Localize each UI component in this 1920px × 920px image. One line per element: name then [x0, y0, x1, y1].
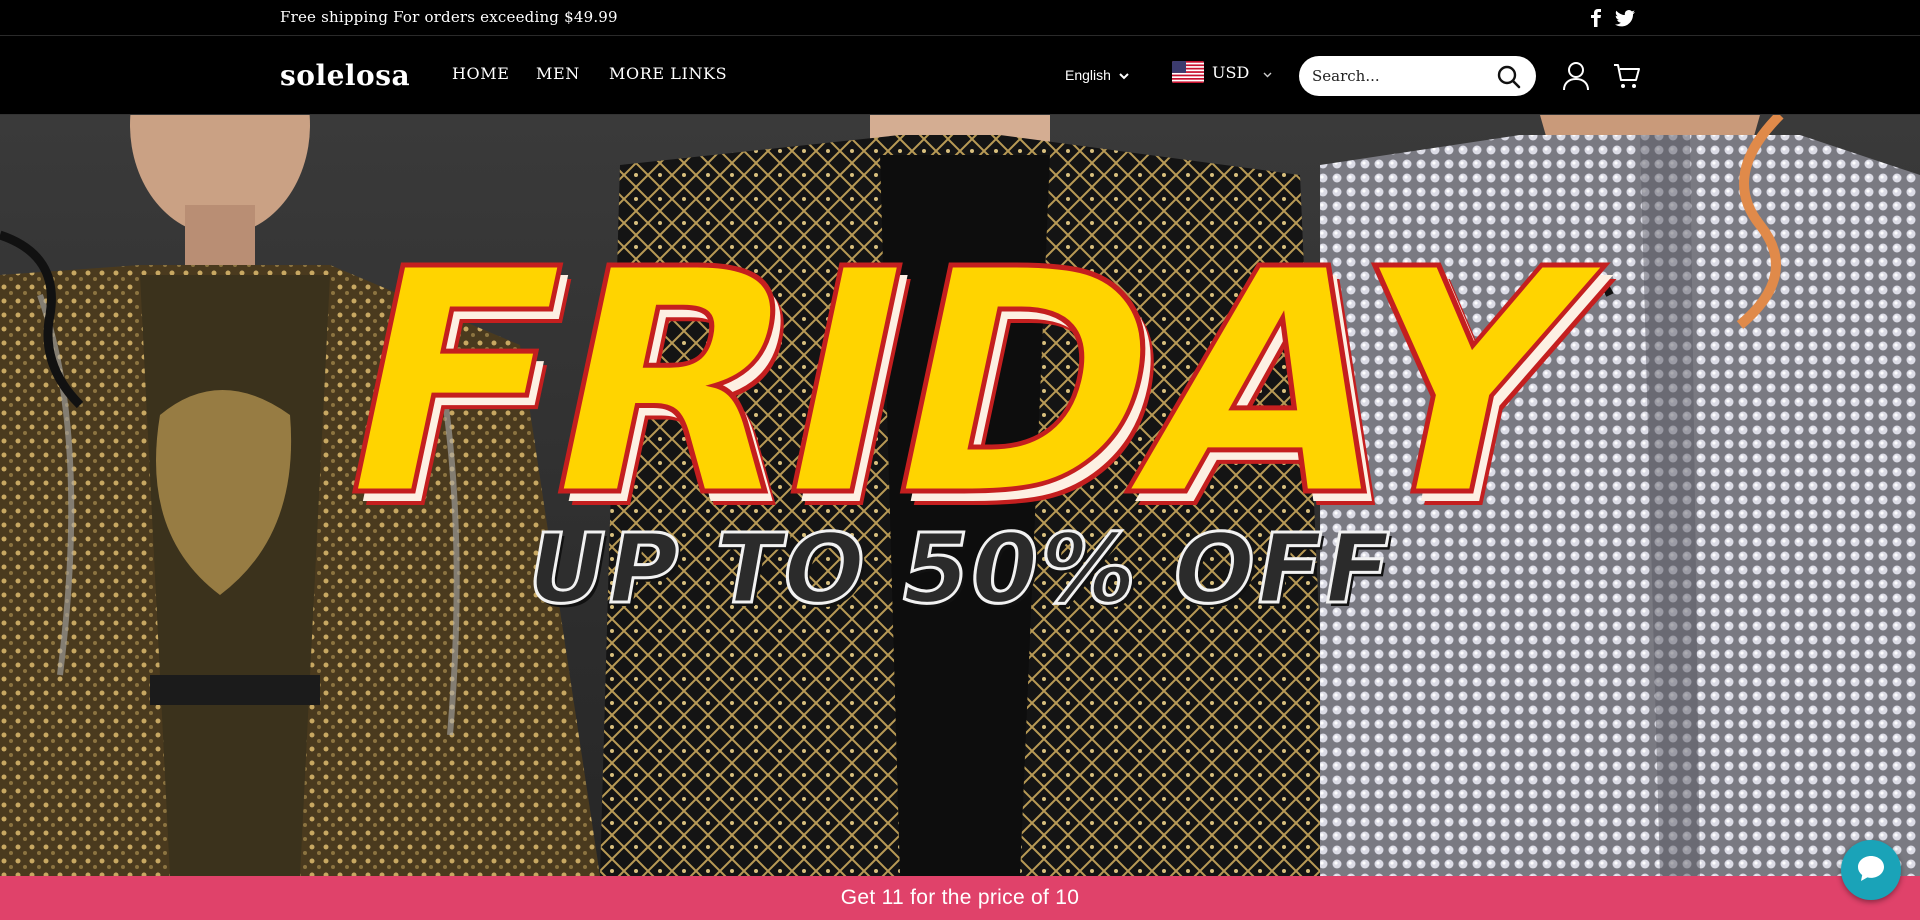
currency-label: USD [1212, 62, 1250, 82]
hero-title: FRIDAY [308, 202, 1612, 568]
chat-button[interactable] [1841, 840, 1901, 900]
search-box [1299, 56, 1536, 96]
site-header: solelosa HOME MEN MORE LINKS English USD [0, 37, 1920, 115]
currency-selector[interactable]: USD [1172, 61, 1272, 83]
cart-icon[interactable] [1613, 62, 1641, 90]
twitter-icon[interactable] [1615, 8, 1635, 28]
chevron-down-icon [1263, 63, 1272, 82]
announcement-text: Free shipping For orders exceeding $49.9… [280, 8, 618, 26]
nav-item-men[interactable]: MEN [536, 64, 580, 83]
site-logo[interactable]: solelosa [280, 59, 410, 92]
search-icon[interactable] [1496, 64, 1522, 90]
announcement-bar: Free shipping For orders exceeding $49.9… [0, 0, 1920, 36]
chat-bubble-icon [1856, 854, 1886, 886]
search-input[interactable] [1312, 64, 1492, 88]
nav-item-more-links[interactable]: MORE LINKS [609, 64, 727, 83]
us-flag-icon [1172, 61, 1204, 83]
account-icon[interactable] [1562, 61, 1590, 91]
language-label: English [1065, 67, 1111, 83]
language-selector[interactable]: English [1065, 67, 1129, 83]
facebook-icon[interactable] [1590, 8, 1602, 28]
chevron-down-icon [1119, 67, 1129, 83]
nav-item-home[interactable]: HOME [452, 64, 510, 83]
promo-text: Get 11 for the price of 10 [840, 886, 1080, 909]
hero-subtitle: UP TO 50% OFF [517, 512, 1404, 627]
hero-banner[interactable]: FRIDAY UP TO 50% OFF [0, 115, 1920, 876]
promo-bar[interactable]: Get 11 for the price of 10 [0, 876, 1920, 920]
